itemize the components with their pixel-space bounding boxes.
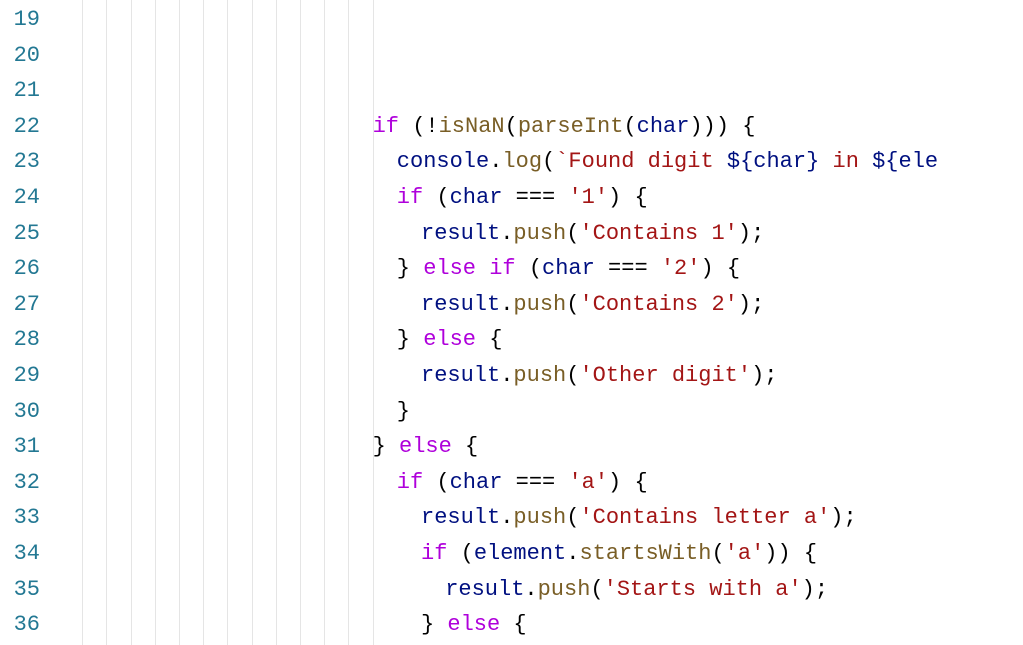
- line-number: 30: [0, 394, 40, 430]
- code-line[interactable]: result.push('Contains letter a');: [58, 500, 1023, 536]
- code-text: result.push('Contains 1');: [421, 216, 764, 252]
- code-line[interactable]: result.push('Other digit');: [58, 358, 1023, 394]
- code-line[interactable]: if (char === 'a') {: [58, 465, 1023, 501]
- code-text: if (char === 'a') {: [397, 465, 648, 501]
- code-text: result.push('Other digit');: [421, 358, 777, 394]
- code-text: if (!isNaN(parseInt(char))) {: [373, 109, 756, 145]
- line-number: 19: [0, 2, 40, 38]
- code-text: } else if (char === '2') {: [397, 251, 740, 287]
- code-line[interactable]: if (char === '1') {: [58, 180, 1023, 216]
- code-line[interactable]: result.push('Contains 2');: [58, 287, 1023, 323]
- line-number: 29: [0, 358, 40, 394]
- code-text: }: [397, 394, 410, 430]
- line-number: 23: [0, 144, 40, 180]
- code-text: if (element.startsWith('a')) {: [421, 536, 817, 572]
- code-text: result.push('Starts with a');: [445, 572, 828, 608]
- code-text: } else {: [421, 607, 527, 643]
- code-text: } else {: [397, 322, 503, 358]
- line-number: 36: [0, 607, 40, 643]
- line-number: 32: [0, 465, 40, 501]
- code-line[interactable]: if (element.startsWith('a')) {: [58, 536, 1023, 572]
- code-area[interactable]: if (!isNaN(parseInt(char))) {console.log…: [58, 0, 1023, 645]
- code-text: result.push('Contains 2');: [421, 287, 764, 323]
- code-line[interactable]: } else {: [58, 429, 1023, 465]
- line-number: 20: [0, 38, 40, 74]
- code-line[interactable]: }: [58, 394, 1023, 430]
- line-number: 22: [0, 109, 40, 145]
- code-text: } else {: [373, 429, 479, 465]
- line-number: 28: [0, 322, 40, 358]
- code-line[interactable]: console.log(`Found digit ${char} in ${el…: [58, 144, 1023, 180]
- line-number: 35: [0, 572, 40, 608]
- code-text: result.push('Contains letter a');: [421, 500, 857, 536]
- code-editor[interactable]: 192021222324252627282930313233343536 if …: [0, 0, 1023, 645]
- line-number: 34: [0, 536, 40, 572]
- line-number: 31: [0, 429, 40, 465]
- code-line[interactable]: } else if (char === '2') {: [58, 251, 1023, 287]
- line-number: 27: [0, 287, 40, 323]
- line-number: 25: [0, 216, 40, 252]
- code-text: if (char === '1') {: [397, 180, 648, 216]
- code-line[interactable]: result.push('Starts with a');: [58, 572, 1023, 608]
- code-line[interactable]: result.push('Contains 1');: [58, 216, 1023, 252]
- line-number: 21: [0, 73, 40, 109]
- line-number: 33: [0, 500, 40, 536]
- code-text: console.log(`Found digit ${char} in ${el…: [397, 144, 938, 180]
- line-number-gutter: 192021222324252627282930313233343536: [0, 0, 58, 645]
- code-line[interactable]: } else {: [58, 607, 1023, 643]
- code-line[interactable]: } else {: [58, 322, 1023, 358]
- code-line[interactable]: if (!isNaN(parseInt(char))) {: [58, 109, 1023, 145]
- line-number: 26: [0, 251, 40, 287]
- line-number: 24: [0, 180, 40, 216]
